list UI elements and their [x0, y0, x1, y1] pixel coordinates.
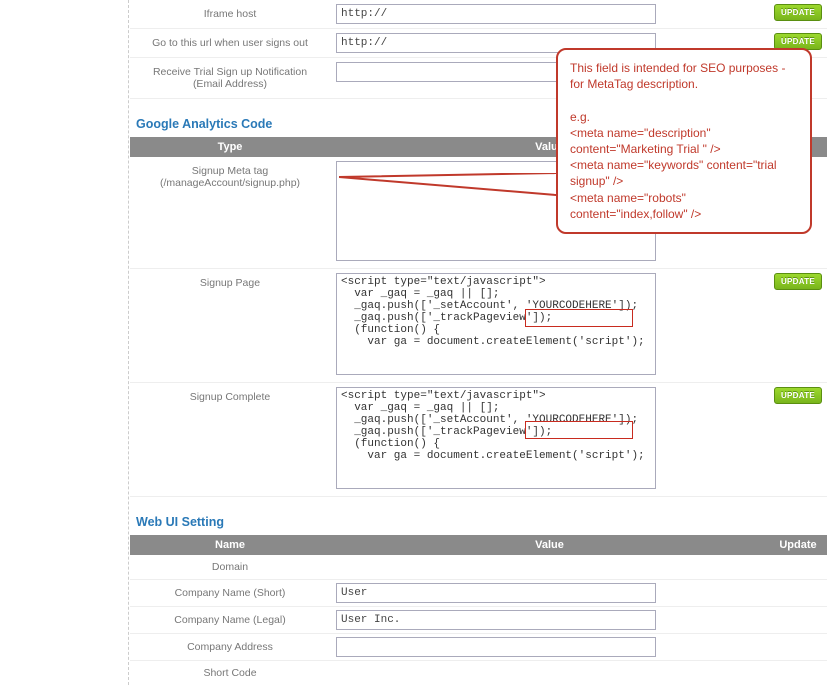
input-iframe-host[interactable]: [336, 4, 656, 24]
webui-row-company-legal: Company Name (Legal): [130, 607, 827, 634]
webui-head-value: Value: [330, 535, 769, 555]
webui-label-domain: Domain: [130, 555, 330, 579]
label-signup-complete: Signup Complete: [130, 387, 330, 407]
webui-label-short-code: Short Code: [130, 661, 330, 685]
webui-header: Name Value Update: [130, 535, 827, 555]
row-signup-page: Signup Page UPDATE: [130, 269, 827, 383]
webui-row-company-short: Company Name (Short): [130, 580, 827, 607]
label-signup-meta: Signup Meta tag (/manageAccount/signup.p…: [130, 161, 330, 193]
webui-label-company-legal: Company Name (Legal): [130, 608, 330, 632]
row-iframe-host: Iframe host UPDATE: [130, 0, 827, 29]
input-company-short[interactable]: [336, 583, 656, 603]
seo-tooltip: This field is intended for SEO purposes …: [556, 48, 812, 234]
webui-head-update: Update: [769, 535, 827, 555]
update-button-iframe[interactable]: UPDATE: [774, 4, 822, 21]
input-company-address[interactable]: [336, 637, 656, 657]
textarea-signup-complete[interactable]: [336, 387, 656, 489]
label-iframe-host: Iframe host: [130, 4, 330, 24]
section-title-webui: Web UI Setting: [130, 497, 827, 535]
webui-label-company-address: Company Address: [130, 635, 330, 659]
label-trial-email: Receive Trial Sign up Notification (Emai…: [130, 62, 330, 94]
row-signup-complete: Signup Complete UPDATE: [130, 383, 827, 497]
label-signout-url: Go to this url when user signs out: [130, 33, 330, 53]
webui-label-company-short: Company Name (Short): [130, 581, 330, 605]
input-company-legal[interactable]: [336, 610, 656, 630]
ga-head-type: Type: [130, 137, 330, 157]
update-button-signup-page[interactable]: UPDATE: [774, 273, 822, 290]
textarea-signup-page[interactable]: [336, 273, 656, 375]
webui-row-short-code: Short Code: [130, 661, 827, 685]
update-button-signup-complete[interactable]: UPDATE: [774, 387, 822, 404]
webui-row-company-address: Company Address: [130, 634, 827, 661]
label-signup-page: Signup Page: [130, 273, 330, 293]
webui-head-name: Name: [130, 535, 330, 555]
webui-row-domain: Domain: [130, 555, 827, 580]
left-divider: [128, 0, 129, 685]
